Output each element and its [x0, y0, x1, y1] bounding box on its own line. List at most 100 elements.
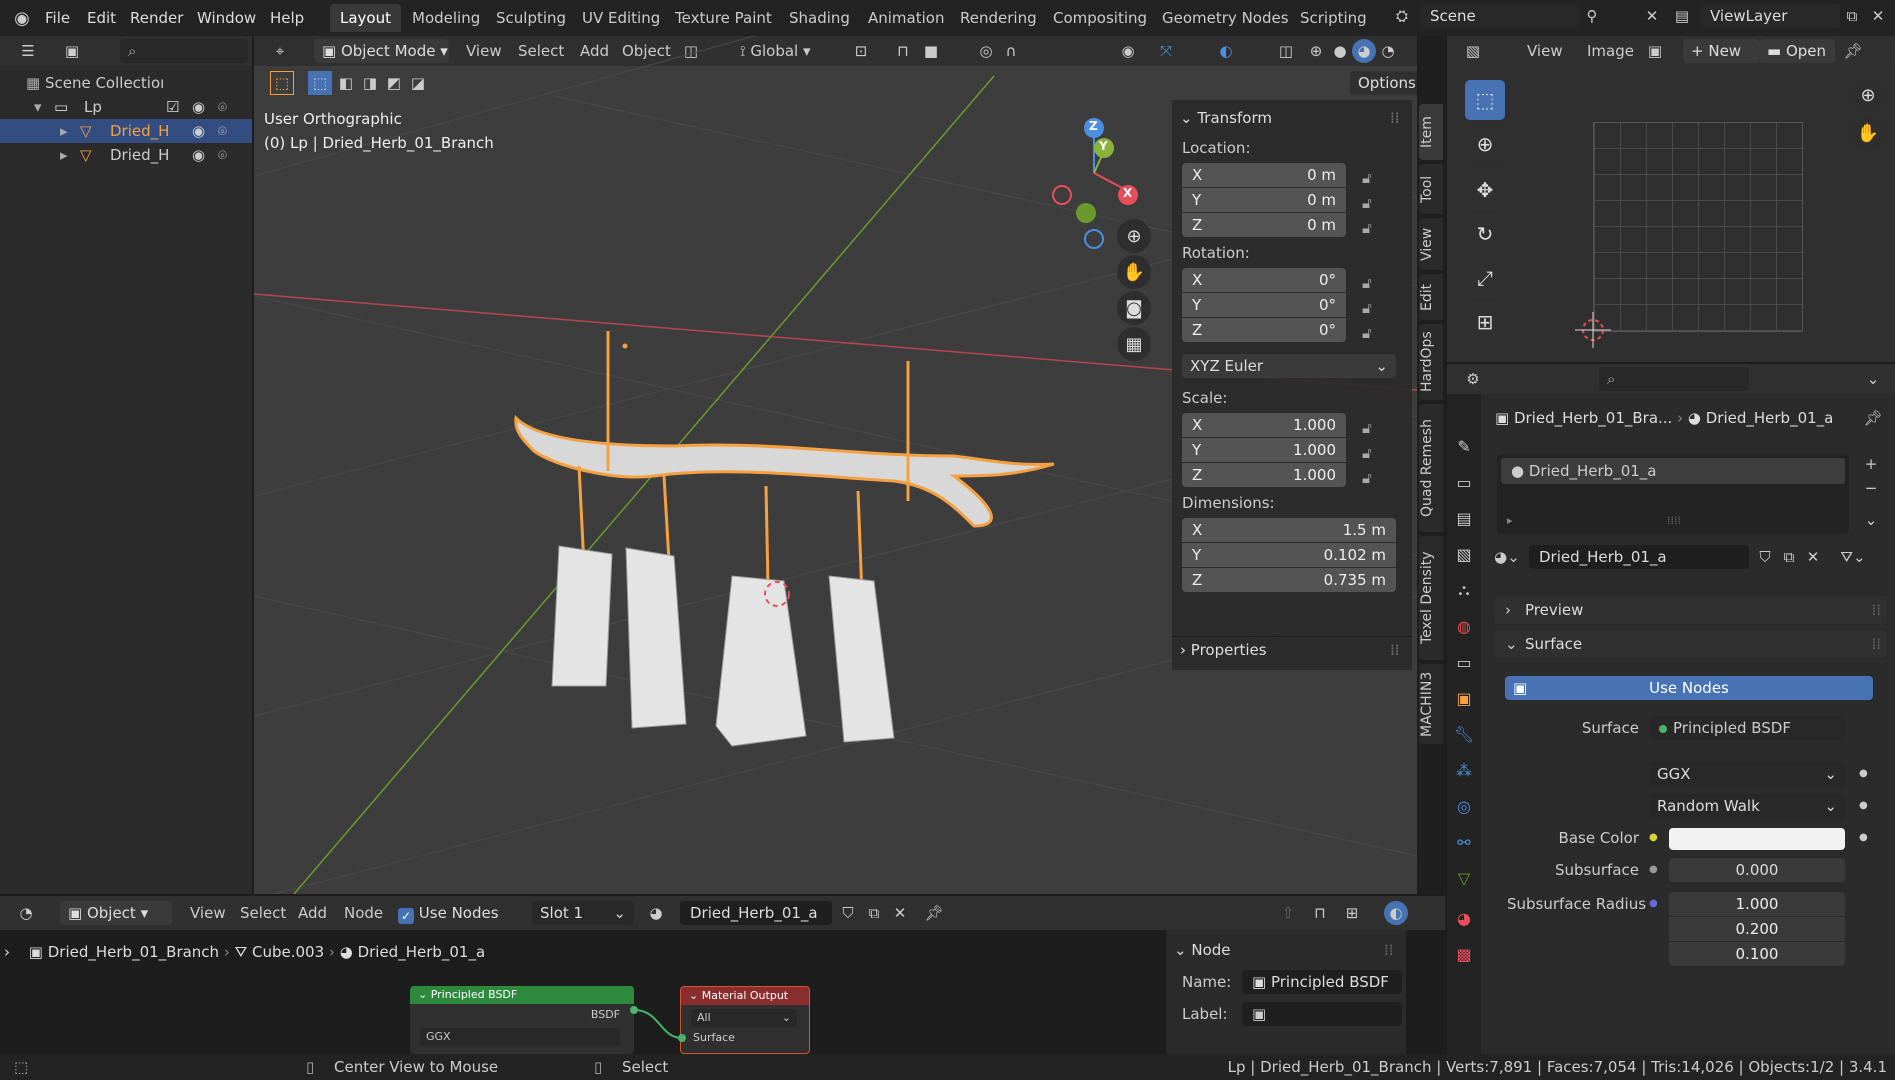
- distribution-select[interactable]: GGX ⌄: [1649, 762, 1845, 786]
- shader-type-select[interactable]: ▣ Object ▾: [60, 901, 172, 925]
- transform-tool-icon[interactable]: ⊞: [1465, 302, 1505, 342]
- transform-header[interactable]: ⌄ Transform: [1180, 106, 1272, 130]
- rotation-mode-select[interactable]: XYZ Euler ⌄: [1182, 354, 1396, 378]
- menu-edit[interactable]: Edit: [87, 6, 116, 30]
- scale-tool-icon[interactable]: ⤢: [1465, 258, 1505, 298]
- parent-node-tree-icon[interactable]: ⇧: [1276, 901, 1300, 925]
- pin-icon[interactable]: 📌︎: [1861, 406, 1885, 430]
- location-z-field[interactable]: Z 0 m: [1182, 213, 1346, 237]
- location-y-field[interactable]: Y 0 m: [1182, 188, 1346, 212]
- use-nodes-checkbox[interactable]: ✓ Use Nodes: [398, 901, 499, 925]
- close-view-layer-icon[interactable]: ✕: [1866, 4, 1890, 28]
- menu-view[interactable]: View: [190, 901, 226, 925]
- location-lock-icons[interactable]: 🔓︎ 🔓︎ 🔓︎: [1362, 166, 1372, 241]
- tab-animation[interactable]: Animation: [858, 4, 954, 32]
- chevron-down-icon[interactable]: ⌄: [1859, 508, 1883, 532]
- particles-tab-icon[interactable]: ⁂: [1450, 756, 1478, 784]
- world-tab-icon[interactable]: ◍: [1450, 612, 1478, 640]
- editor-type-icon[interactable]: ▧: [1461, 39, 1485, 63]
- tab-compositing[interactable]: Compositing: [1043, 4, 1157, 32]
- viewport-3d[interactable]: ⌖ ▣ Object Mode ▾ View Select Add Object…: [254, 36, 1417, 894]
- subsurface-method-select[interactable]: Random Walk ⌄: [1649, 794, 1845, 818]
- output-target-select[interactable]: All ⌄: [691, 1009, 797, 1027]
- unlink-material-icon[interactable]: ✕: [1801, 545, 1825, 569]
- data-tab-icon[interactable]: ▽: [1450, 864, 1478, 892]
- expand-arrow-icon[interactable]: ▸: [60, 119, 68, 143]
- keyframe-dot-icon[interactable]: ●: [1859, 826, 1868, 850]
- open-image-button[interactable]: ▬ Open: [1759, 39, 1835, 63]
- slot-select[interactable]: Slot 1 ⌄: [532, 901, 634, 925]
- collection-tab-icon[interactable]: ▭: [1450, 648, 1478, 676]
- material-tab-icon[interactable]: ◕: [1450, 904, 1478, 932]
- duplicate-view-layer-icon[interactable]: ⧉: [1840, 4, 1864, 28]
- image-browse-icon[interactable]: ▣: [1643, 39, 1667, 63]
- tab-texel-density[interactable]: Texel Density: [1419, 536, 1443, 660]
- tool-tab-icon[interactable]: ✎: [1450, 432, 1478, 460]
- drag-handle-icon[interactable]: ⁞⁞: [1390, 106, 1400, 130]
- pin-icon[interactable]: ⚲: [1580, 4, 1604, 28]
- resize-handle-icon[interactable]: ⁞⁞⁞⁞: [1667, 514, 1681, 527]
- menu-add[interactable]: Add: [298, 901, 327, 925]
- unlink-material-icon[interactable]: ✕: [888, 901, 912, 925]
- surface-shader-field[interactable]: Principled BSDF: [1649, 716, 1845, 740]
- image-canvas[interactable]: [1447, 66, 1895, 362]
- tab-machin3[interactable]: MACHIN3: [1419, 664, 1443, 744]
- tab-quad-remesh[interactable]: Quad Remesh: [1419, 404, 1443, 532]
- use-nodes-button[interactable]: ▣ Use Nodes: [1505, 676, 1873, 700]
- menu-file[interactable]: File: [45, 6, 70, 30]
- view-layer-selector[interactable]: ViewLayer: [1700, 4, 1840, 28]
- node-panel-header[interactable]: ⌄ Node: [1174, 938, 1231, 962]
- scene-icon[interactable]: ⛭: [1390, 4, 1414, 28]
- node-label-field[interactable]: ▣: [1242, 1002, 1402, 1026]
- location-x-field[interactable]: X 0 m: [1182, 163, 1346, 187]
- tab-tool[interactable]: Tool: [1419, 164, 1443, 214]
- object-tab-icon[interactable]: ▣: [1450, 684, 1478, 712]
- material-output-node[interactable]: ⌄ Material Output All ⌄ Surface: [680, 986, 810, 1054]
- node-distribution-select[interactable]: GGX: [420, 1028, 620, 1046]
- add-slot-icon[interactable]: +: [1859, 452, 1883, 476]
- camera-icon[interactable]: ⌾: [218, 119, 227, 143]
- tab-shading[interactable]: Shading: [779, 4, 860, 32]
- subsurface-radius-y-field[interactable]: 0.200: [1669, 917, 1845, 941]
- principled-bsdf-node[interactable]: ⌄ Principled BSDF BSDF GGX: [410, 986, 634, 1054]
- select-box-tool-icon[interactable]: ⬚: [1465, 80, 1505, 120]
- overlay-toggle-icon[interactable]: ◐: [1384, 901, 1408, 925]
- drag-handle-icon[interactable]: ⁞⁞: [1384, 938, 1394, 962]
- material-browse-icon[interactable]: ◕⌄: [1494, 545, 1520, 569]
- properties-search-input[interactable]: ⌕: [1599, 367, 1749, 391]
- output-tab-icon[interactable]: ▤: [1450, 504, 1478, 532]
- pan-hand-icon[interactable]: ✋: [1851, 116, 1885, 150]
- surface-section-header[interactable]: ⌄ Surface ⁞⁞: [1495, 630, 1887, 658]
- rotation-x-field[interactable]: X 0°: [1182, 268, 1346, 292]
- scene-selector[interactable]: Scene: [1420, 4, 1580, 28]
- node-name-field[interactable]: ▣ Principled BSDF: [1242, 970, 1402, 994]
- keyframe-dot-icon[interactable]: ●: [1859, 762, 1868, 786]
- texture-tab-icon[interactable]: ▩: [1450, 940, 1478, 968]
- menu-render[interactable]: Render: [130, 6, 183, 30]
- scale-y-field[interactable]: Y 1.000: [1182, 438, 1346, 462]
- tab-rendering[interactable]: Rendering: [950, 4, 1047, 32]
- scale-x-field[interactable]: X 1.000: [1182, 413, 1346, 437]
- rotate-tool-icon[interactable]: ↻: [1465, 214, 1505, 254]
- menu-help[interactable]: Help: [270, 6, 304, 30]
- material-name-field[interactable]: Dried_Herb_01_a: [1529, 545, 1749, 569]
- tab-geometry-nodes[interactable]: Geometry Nodes: [1152, 4, 1299, 32]
- node-material-field[interactable]: Dried_Herb_01_a: [680, 901, 832, 925]
- pan-hand-icon[interactable]: ✋: [1117, 255, 1151, 289]
- fake-user-icon[interactable]: ⛉: [1753, 545, 1777, 569]
- rotation-z-field[interactable]: Z 0°: [1182, 318, 1346, 342]
- zoom-icon[interactable]: ⊕: [1851, 78, 1885, 112]
- subsurface-radius-z-field[interactable]: 0.100: [1669, 942, 1845, 966]
- tab-hardops[interactable]: HardOps: [1419, 324, 1443, 400]
- outliner-search-input[interactable]: ⌕: [120, 39, 248, 63]
- scale-lock-icons[interactable]: 🔓︎ 🔓︎ 🔓︎: [1362, 416, 1372, 491]
- tab-view[interactable]: View: [1419, 218, 1443, 270]
- rotation-y-field[interactable]: Y 0°: [1182, 293, 1346, 317]
- camera-icon[interactable]: ⌾: [218, 143, 227, 167]
- menu-image[interactable]: Image: [1587, 39, 1634, 63]
- 2d-cursor-icon[interactable]: [1571, 308, 1615, 352]
- scene-collection-row[interactable]: ▦ Scene Collectioı: [26, 71, 164, 95]
- dried-herb-object[interactable]: [514, 331, 1055, 747]
- menu-select[interactable]: Select: [240, 901, 286, 925]
- material-slot-list[interactable]: ● Dried_Herb_01_a ▸ ⁞⁞⁞⁞: [1497, 454, 1849, 534]
